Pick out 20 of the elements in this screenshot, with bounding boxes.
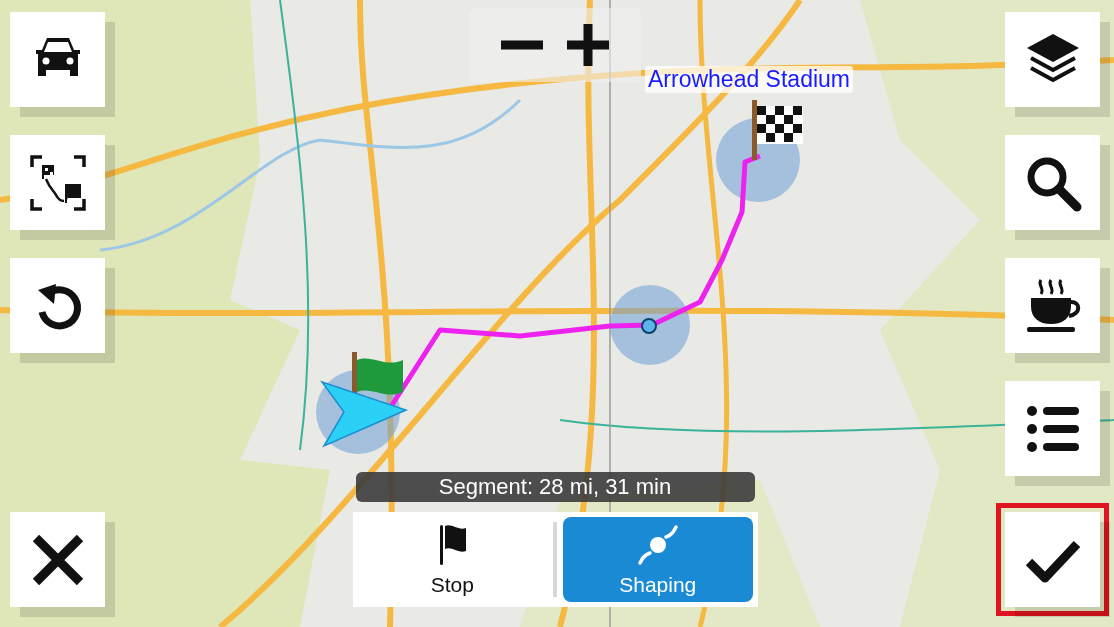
- zoom-in-button[interactable]: [565, 22, 611, 68]
- layers-button[interactable]: [1005, 12, 1100, 107]
- vehicle-button[interactable]: [10, 12, 105, 107]
- cancel-button[interactable]: [10, 512, 105, 607]
- confirm-button[interactable]: [1005, 512, 1100, 607]
- shaping-point-icon: [635, 522, 680, 567]
- route-overview-icon: [27, 152, 88, 213]
- plus-icon: [565, 22, 611, 68]
- position-arrow-icon: [320, 380, 409, 448]
- undo-button[interactable]: [10, 258, 105, 353]
- search-button[interactable]: [1005, 135, 1100, 230]
- minus-icon: [499, 40, 545, 50]
- shaping-point-marker[interactable]: [641, 318, 657, 334]
- food-button[interactable]: [1005, 258, 1100, 353]
- destination-label: Arrowhead Stadium: [645, 66, 853, 93]
- finish-flag-icon: [752, 100, 803, 160]
- fit-route-button[interactable]: [10, 135, 105, 230]
- shaping-point-option[interactable]: Shaping: [563, 517, 753, 602]
- list-button[interactable]: [1005, 381, 1100, 476]
- segment-info: Segment: 28 mi, 31 min: [355, 472, 755, 502]
